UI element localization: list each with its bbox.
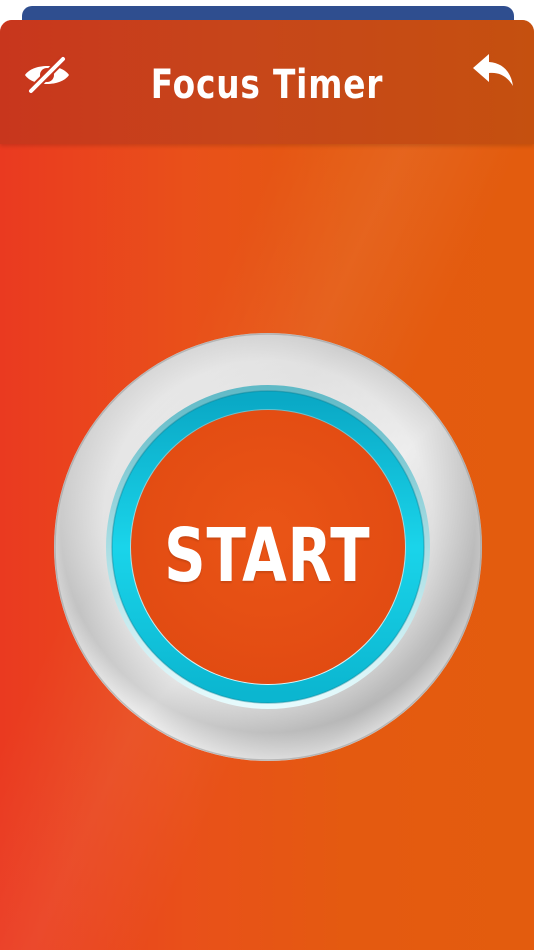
reply-back-icon (473, 54, 513, 86)
back-button[interactable] (463, 46, 523, 96)
timer-screen: Focus Timer START (0, 20, 534, 950)
start-button-label: START (164, 512, 371, 599)
top-bar: Focus Timer (0, 20, 534, 144)
page-title: Focus Timer (150, 62, 384, 108)
start-button[interactable]: START (120, 408, 415, 703)
